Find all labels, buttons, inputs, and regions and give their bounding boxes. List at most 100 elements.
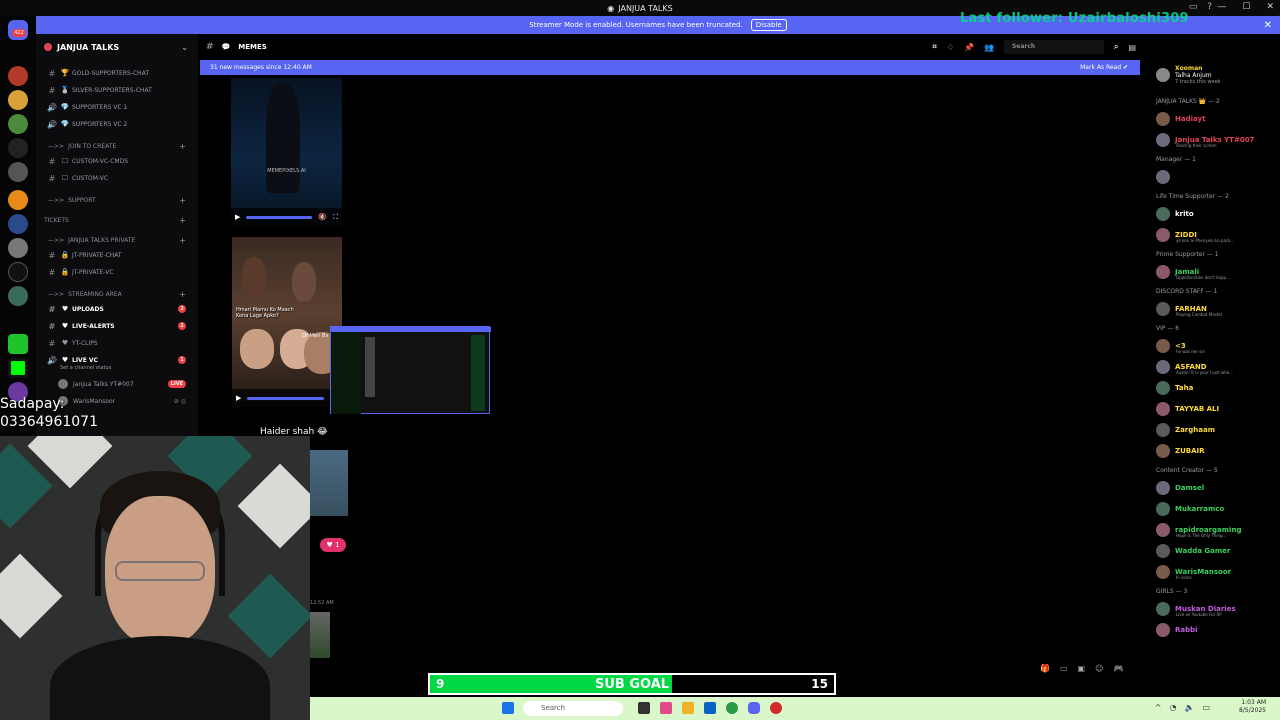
- member-item[interactable]: ASFAND Austin: It is your I just who...: [1156, 358, 1280, 376]
- voice-user[interactable]: Janjua Talks YT#007 LIVE: [36, 376, 198, 392]
- member-item[interactable]: Rabbi: [1156, 621, 1280, 639]
- server-header[interactable]: JANJUA TALKS ⌄: [36, 34, 198, 60]
- server-icon[interactable]: [8, 214, 28, 234]
- volume-slider[interactable]: [246, 215, 313, 219]
- member-item[interactable]: Taha: [1156, 379, 1280, 397]
- bell-icon[interactable]: ♢: [947, 43, 954, 52]
- wifi-icon[interactable]: ◔: [1169, 703, 1176, 712]
- channel-item-live-alerts[interactable]: # ♥ LIVE-ALERTS 2: [36, 318, 198, 334]
- fullscreen-icon[interactable]: ⛶: [333, 213, 338, 222]
- battery-icon[interactable]: ▭: [1202, 703, 1210, 712]
- add-channel-icon[interactable]: +: [179, 142, 186, 151]
- server-icon[interactable]: [8, 114, 28, 134]
- set-channel-status[interactable]: Set a channel status: [36, 362, 198, 374]
- category-join-to-create[interactable]: —>> JOIN TO CREATE +: [36, 138, 198, 154]
- mark-as-read-button[interactable]: Mark As Read ✔: [1080, 64, 1128, 71]
- app-icon[interactable]: [770, 702, 782, 714]
- channel-item[interactable]: 🔊 💎 SUPPORTERS VC 1: [36, 99, 198, 115]
- member-item[interactable]: Hadiayt: [1156, 110, 1280, 128]
- member-item[interactable]: Jamali Opportunities don't happ...: [1156, 263, 1280, 281]
- members-icon[interactable]: 👥: [984, 43, 994, 52]
- server-icon[interactable]: [8, 358, 28, 378]
- member-item[interactable]: TAYYAB ALI: [1156, 400, 1280, 418]
- add-channel-icon[interactable]: +: [179, 196, 186, 205]
- server-icon[interactable]: [8, 262, 28, 282]
- mute-icon[interactable]: 🔇: [318, 213, 327, 221]
- member-item[interactable]: ZUBAIR: [1156, 442, 1280, 460]
- category-streaming-area[interactable]: —>> STREAMING AREA +: [36, 286, 198, 302]
- taskbar-search[interactable]: Search: [523, 701, 623, 716]
- member-item[interactable]: Muskan Diaries Live on Youtube For RP: [1156, 600, 1280, 618]
- channel-item[interactable]: # ♥ YT-CLIPS: [36, 335, 198, 351]
- member-item[interactable]: WarisMansoor In voice: [1156, 563, 1280, 581]
- video-attachment[interactable]: MEMEPIXELS.AI ▶ 🔇 ⛶: [231, 78, 342, 226]
- app-icon[interactable]: [704, 702, 716, 714]
- member-item[interactable]: FARHAN Playing Combat Master: [1156, 300, 1280, 318]
- apps-icon[interactable]: 🎮: [1113, 664, 1123, 673]
- category-support[interactable]: —>> SUPPORT +: [36, 192, 198, 208]
- channel-item[interactable]: # 🥈 SILVER-SUPPORTERS-CHAT: [36, 82, 198, 98]
- server-icon[interactable]: [8, 286, 28, 306]
- banner-close-icon[interactable]: ✕: [1264, 20, 1272, 31]
- chrome-icon[interactable]: [726, 702, 738, 714]
- member-item[interactable]: Mukarramco: [1156, 500, 1280, 518]
- threads-icon[interactable]: ⌗: [932, 42, 937, 52]
- channel-item[interactable]: # ☐ CUSTOM-VC: [36, 170, 198, 186]
- volume-slider[interactable]: [247, 396, 325, 400]
- minimize-button[interactable]: —: [1217, 2, 1226, 12]
- channel-item[interactable]: 🔊 💎 SUPPORTERS VC 2: [36, 116, 198, 132]
- member-item[interactable]: <3 he was her sin: [1156, 337, 1280, 355]
- volume-icon[interactable]: 🔈: [1184, 703, 1194, 712]
- server-icon[interactable]: [8, 334, 28, 354]
- video-attachment[interactable]: Hmari Mamu Ko Maach Kona Lage Apko? Or M…: [232, 237, 342, 407]
- server-icon[interactable]: [8, 190, 28, 210]
- member-item[interactable]: Wadda Gamer: [1156, 542, 1280, 560]
- server-icon[interactable]: [8, 138, 28, 158]
- reel-attachment[interactable]: ♥ 1: [310, 522, 348, 584]
- add-channel-icon[interactable]: +: [179, 290, 186, 299]
- member-item[interactable]: krito: [1156, 205, 1280, 223]
- search-icon[interactable]: ⌕: [1114, 42, 1118, 52]
- member-item[interactable]: Janjua Talks YT#007 Sharing their screen: [1156, 131, 1280, 149]
- member-item[interactable]: [1156, 168, 1280, 186]
- channel-item-uploads[interactable]: # ♥ UPLOADS 2: [36, 301, 198, 317]
- channel-item[interactable]: # 🔒 JT-PRIVATE-VC: [36, 264, 198, 280]
- help-icon[interactable]: ?: [1207, 2, 1212, 12]
- discord-icon[interactable]: [748, 702, 760, 714]
- emoji-icon[interactable]: ☺: [1095, 664, 1103, 673]
- member-item[interactable]: Damsel: [1156, 479, 1280, 497]
- inbox-icon[interactable]: ▤: [1128, 43, 1136, 52]
- chevron-down-icon[interactable]: ⌄: [181, 43, 188, 52]
- task-view-icon[interactable]: [638, 702, 650, 714]
- activity-card[interactable]: Xooman Talha Anjum 7 tracks this week: [1156, 62, 1280, 88]
- screen-share-preview[interactable]: [330, 326, 491, 414]
- app-icon[interactable]: [660, 702, 672, 714]
- member-item[interactable]: rapidroargaming Hope is The Only Thing...: [1156, 521, 1280, 539]
- channel-item[interactable]: # 🏆 GOLD-SUPPORTERS-CHAT: [36, 65, 198, 81]
- image-attachment[interactable]: [310, 450, 348, 516]
- channel-item[interactable]: # 🔒 JT-PRIVATE-CHAT: [36, 247, 198, 263]
- gift-icon[interactable]: 🎁: [1040, 664, 1050, 673]
- pin-icon[interactable]: 📌: [964, 43, 974, 52]
- server-icon[interactable]: [8, 90, 28, 110]
- channel-item[interactable]: # ☐ CUSTOM-VC-CMDS: [36, 153, 198, 169]
- tray-chevron-icon[interactable]: ^: [1155, 703, 1162, 712]
- start-icon[interactable]: [502, 702, 514, 714]
- member-item[interactable]: Zarghaam: [1156, 421, 1280, 439]
- member-item[interactable]: ZIDDI ye kon ai Phenyelo ka pack...: [1156, 226, 1280, 244]
- file-explorer-icon[interactable]: [682, 702, 694, 714]
- gif-icon[interactable]: ▭: [1060, 664, 1068, 673]
- search-input[interactable]: Search: [1003, 40, 1104, 54]
- server-icon[interactable]: [8, 162, 28, 182]
- add-channel-icon[interactable]: +: [179, 216, 186, 225]
- category-private[interactable]: —>> JANJUA TALKS PRIVATE +: [36, 232, 198, 248]
- play-icon[interactable]: ▶: [235, 213, 240, 221]
- category-tickets[interactable]: TICKETS +: [36, 212, 198, 228]
- server-icon[interactable]: [8, 238, 28, 258]
- disable-streamer-mode-button[interactable]: Disable: [750, 19, 787, 31]
- new-messages-bar[interactable]: 31 new messages since 12:40 AM Mark As R…: [200, 60, 1140, 75]
- inbox-icon[interactable]: ▭: [1189, 2, 1198, 12]
- close-window-button[interactable]: ✕: [1266, 2, 1274, 12]
- maximize-button[interactable]: ☐: [1242, 2, 1250, 12]
- play-icon[interactable]: ▶: [236, 394, 241, 402]
